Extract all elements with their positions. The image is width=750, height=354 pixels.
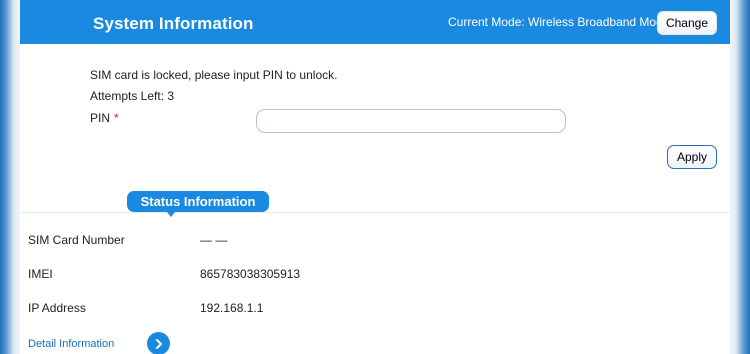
pin-input[interactable] xyxy=(256,109,566,133)
required-asterisk: * xyxy=(114,111,119,125)
imei-value: 865783038305913 xyxy=(200,267,301,281)
imei-label: IMEI xyxy=(28,267,53,281)
change-mode-button[interactable]: Change xyxy=(657,11,717,35)
section-divider xyxy=(20,212,730,213)
chevron-right-icon xyxy=(155,338,162,349)
page-header: System Information Current Mode: Wireles… xyxy=(20,0,730,44)
detail-arrow-button[interactable] xyxy=(147,332,170,354)
sim-locked-message: SIM card is locked, please input PIN to … xyxy=(90,68,338,82)
system-info-panel: System Information Current Mode: Wireles… xyxy=(20,0,730,354)
sim-card-number-label: SIM Card Number xyxy=(28,233,125,247)
current-mode-text: Current Mode: Wireless Broadband Mode xyxy=(448,15,670,29)
sim-card-number-value: — — xyxy=(200,233,228,247)
status-information-tab: Status Information xyxy=(127,191,269,217)
pin-label-text: PIN xyxy=(90,111,111,125)
apply-button[interactable]: Apply xyxy=(667,145,717,169)
attempts-left-text: Attempts Left: 3 xyxy=(90,89,175,103)
detail-information-link[interactable]: Detail Information xyxy=(28,338,114,350)
ip-address-label: IP Address xyxy=(28,301,86,315)
pin-label: PIN * xyxy=(90,111,119,125)
page-title: System Information xyxy=(93,14,254,33)
ip-address-value: 192.168.1.1 xyxy=(200,301,264,315)
